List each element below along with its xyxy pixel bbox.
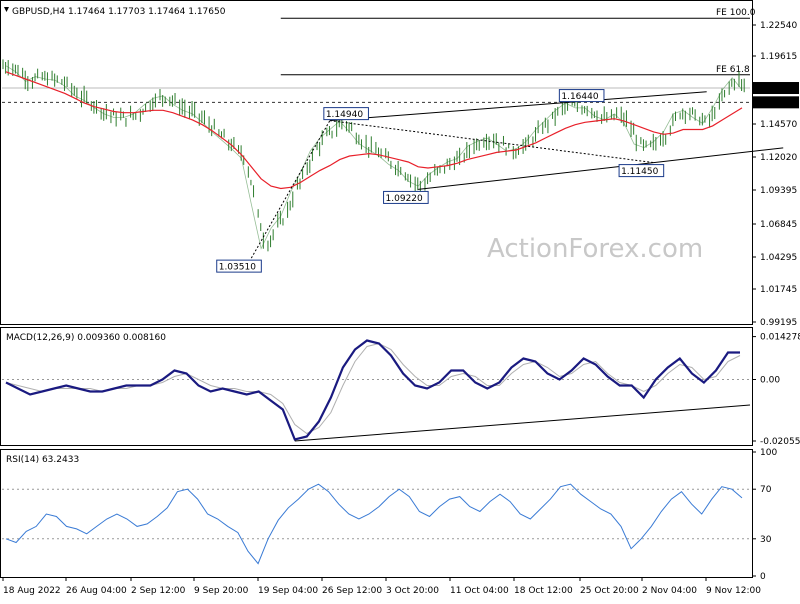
swing-label: 1.11450	[621, 167, 658, 177]
ohlc-values: 1.17464 1.17703 1.17464 1.17650	[68, 7, 226, 17]
time-axis-label: 26 Aug 04:00	[66, 586, 127, 596]
time-axis-label: 3 Oct 20:00	[386, 586, 439, 596]
time-axis-label: 2 Sep 12:00	[131, 586, 186, 596]
price-axis-label: 1.04295	[760, 253, 797, 263]
channel-lower-line	[418, 147, 784, 190]
rsi-axis-label: 0	[760, 572, 766, 582]
channel-upper-line	[329, 91, 707, 122]
time-axis-label: 9 Nov 12:00	[706, 586, 761, 596]
price-tag-label: 1.16460	[758, 99, 795, 109]
time-axis-label: 25 Oct 20:00	[580, 586, 639, 596]
price-axis-label: 1.01745	[760, 285, 797, 295]
rsi-layer	[2, 483, 750, 565]
rsi-axis-label: 100	[760, 448, 777, 458]
price-axis-label: 1.22540	[760, 21, 797, 31]
fibonacci-label: FE 61.8	[716, 65, 750, 75]
price-axis-label: 1.09395	[760, 186, 797, 196]
price-axis-label: 0.99195	[760, 318, 797, 328]
swing-label: 1.14940	[326, 110, 363, 120]
time-axis-label: 19 Sep 04:00	[258, 586, 318, 596]
price-axis-label: 1.12020	[760, 153, 797, 163]
rsi-title: RSI(14) 63.2433	[6, 455, 79, 465]
rsi-line	[5, 483, 743, 565]
swing-label: 1.16440	[561, 92, 598, 102]
chart-canvas: GBPUSD,H4 1.17464 1.17703 1.17464 1.1765…	[0, 0, 800, 596]
rsi-axis-label: 30	[760, 535, 772, 545]
time-axis-label: 26 Sep 12:00	[322, 586, 382, 596]
price-axis-label: 1.19615	[760, 52, 797, 62]
macd-line	[5, 339, 740, 441]
axis-layer: 1.22540 1.19615 1.14570 1.12020 1.09395 1.068…	[2, 21, 800, 596]
macd-panel-frame	[0, 327, 753, 446]
time-axis-label: 18 Aug 2022	[3, 586, 61, 596]
watermark: ActionForex.com	[487, 234, 703, 264]
macd-axis-label: 0.00	[760, 376, 780, 386]
rsi-panel-frame	[0, 449, 753, 578]
fibonacci-label: FE 100.0	[716, 8, 756, 18]
macd-title: MACD(12,26,9) 0.009360 0.008160	[6, 333, 166, 343]
price-panel-frame	[0, 0, 753, 325]
price-layer: FE 100.0 FE 61.8 1.03510 1.14940 1.09220 1.16…	[2, 8, 784, 273]
symbol-header: GBPUSD,H4 1.17464 1.17703 1.17464 1.1765…	[4, 7, 226, 17]
dropdown-triangle-icon	[4, 7, 9, 12]
time-axis-label: 9 Sep 20:00	[194, 586, 249, 596]
macd-trend-line	[294, 404, 751, 442]
time-axis-label: 2 Nov 04:00	[642, 586, 697, 596]
macd-layer	[2, 339, 751, 442]
price-tag-label: 1.17650	[758, 85, 795, 95]
rsi-axis-label: 70	[760, 485, 772, 495]
macd-axis-label: -0.020556	[760, 437, 800, 447]
price-close-line	[5, 65, 743, 250]
symbol-label: GBPUSD,H4	[12, 7, 65, 17]
price-axis-label: 1.14570	[760, 120, 797, 130]
price-axis-label: 1.06845	[760, 220, 797, 230]
swing-label: 1.09220	[386, 194, 423, 204]
macd-axis-label: 0.014278	[760, 333, 800, 343]
time-axis-label: 18 Oct 12:00	[514, 586, 573, 596]
swing-label: 1.03510	[219, 263, 256, 273]
chart-window: GBPUSD,H4 1.17464 1.17703 1.17464 1.1765…	[0, 0, 800, 600]
time-axis-label: 11 Oct 04:00	[450, 586, 509, 596]
